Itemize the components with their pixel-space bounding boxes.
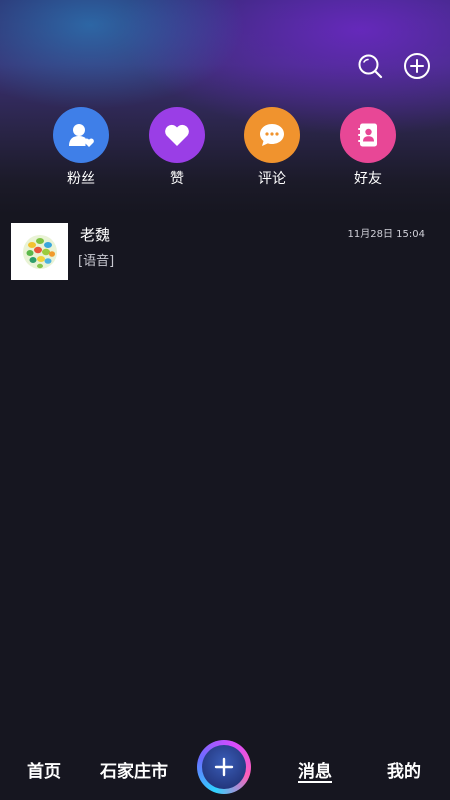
leaf-sphere-icon	[22, 234, 57, 269]
list-item[interactable]: 老魏 [语音] 11月28日 15:04	[0, 218, 450, 284]
heart-icon	[149, 107, 205, 163]
comments-label: 评论	[258, 171, 286, 187]
add-circle-icon[interactable]	[403, 52, 431, 80]
active-tab-indicator	[298, 781, 332, 783]
plus-icon	[202, 745, 246, 789]
friends-label: 好友	[354, 171, 382, 187]
tab-me[interactable]: 我的	[387, 757, 421, 782]
tab-home[interactable]: 首页	[27, 757, 61, 782]
comments-button[interactable]: 评论	[240, 107, 304, 188]
avatar	[11, 223, 68, 280]
fans-icon	[53, 107, 109, 163]
publish-button[interactable]	[197, 740, 251, 794]
fans-button[interactable]: 粉丝	[49, 107, 113, 188]
likes-button[interactable]: 赞	[145, 107, 209, 188]
search-icon[interactable]	[356, 52, 384, 80]
contact-name: 老魏	[80, 226, 111, 244]
fans-label: 粉丝	[67, 171, 95, 187]
likes-label: 赞	[170, 171, 184, 187]
bottom-tab-bar: 首页 石家庄市 消息 我的	[0, 735, 450, 800]
message-time: 11月28日 15:04	[347, 229, 425, 240]
friends-button[interactable]: 好友	[336, 107, 400, 188]
comment-icon	[244, 107, 300, 163]
tab-messages[interactable]: 消息	[298, 757, 332, 782]
contacts-icon	[340, 107, 396, 163]
message-preview: [语音]	[78, 254, 115, 269]
quick-actions: 粉丝 赞 评论 好友	[0, 107, 450, 187]
tab-city[interactable]: 石家庄市	[100, 757, 168, 782]
